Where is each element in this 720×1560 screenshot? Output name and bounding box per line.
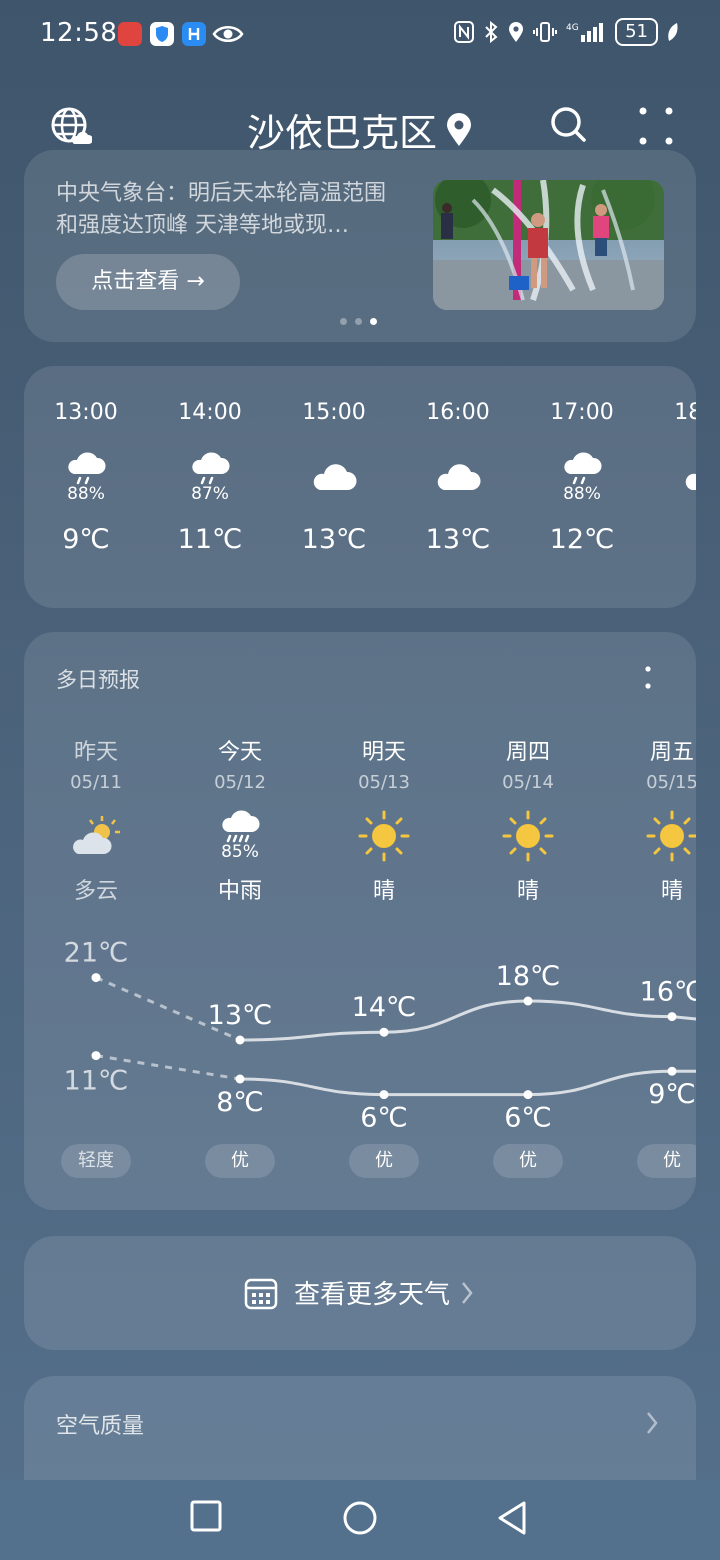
rain-cloud-icon [564,452,602,485]
hourly-forecast-card[interactable]: 13:00 88% 9℃ 14:00 87% 11℃ 15:00 13℃ 16:… [24,366,696,608]
high-temp-point [523,996,533,1006]
svg-text:4G: 4G [566,23,579,33]
low-temp-point [91,1051,101,1061]
hour-temp: 13℃ [425,524,491,555]
high-temp-curve [239,999,696,1042]
app-notification-icon-2 [182,22,206,46]
precip-percent: 88% [563,484,601,504]
high-temp-label: 18℃ [496,961,561,992]
search-icon[interactable] [550,106,588,144]
low-temp-label: 9℃ [648,1079,696,1110]
carousel-indicator [340,318,377,325]
rain-cloud-icon [68,452,106,485]
high-temp-point [91,973,101,983]
location-name: 沙依巴克区 [246,111,437,155]
carousel-dot [355,318,362,325]
low-temp-label: 11℃ [64,1066,129,1097]
location-title[interactable]: 沙依巴克区 [0,102,720,157]
cloud-icon [685,473,696,490]
bluetooth-icon [485,20,498,44]
hour-item: 14:00 87% 11℃ [148,400,272,555]
hour-item: 16:00 13℃ [396,400,520,555]
news-card[interactable]: 中央气象台：明后天本轮高温范围和强度达顶峰 天津等地或现… 点击查看 → [24,150,696,342]
status-indicators: 4G 51 [453,18,680,46]
location-status-icon [509,22,524,42]
low-temp-label: 8℃ [216,1087,264,1118]
low-temp-curve [239,1069,696,1097]
back-button[interactable] [496,1500,528,1536]
nfc-icon [454,21,475,43]
location-pin-icon [447,112,471,146]
news-image[interactable] [433,180,664,310]
more-weather-label: 查看更多天气 [293,1280,450,1310]
calendar-icon [244,1278,277,1309]
low-temp-label: 6℃ [504,1103,552,1134]
hour-temp: 13℃ [301,524,367,555]
hour-time: 13:00 [54,400,118,425]
status-time: 12:58 [40,18,118,48]
aqi-badge: 优 [637,1144,696,1178]
precip-percent: 88% [67,484,105,504]
aqi-badge: 轻度 [61,1144,131,1178]
home-button[interactable] [342,1500,378,1536]
hour-time: 16:00 [426,400,490,425]
hour-time: 14:00 [178,400,242,425]
high-temp-point [379,1027,389,1037]
shield-app-icon [150,22,174,46]
temperature-chart: 21℃ 11℃ 13℃ 8℃ 14℃ 6℃ 18℃ 6℃ 16℃ 9℃ [64,938,696,1134]
hour-temp: 12℃ [549,524,615,555]
leaf-icon [668,23,678,41]
recent-apps-button[interactable] [190,1500,222,1532]
high-temp-label: 16℃ [640,977,696,1008]
more-options-icon[interactable] [638,106,674,146]
app-notification-icon [118,22,142,46]
carousel-dot [340,318,347,325]
hour-item: 17:00 88% 12℃ [520,400,644,555]
low-temp-point [235,1074,245,1084]
rain-cloud-icon [192,452,230,485]
status-bar: 12:58 4G 51 [0,0,720,72]
hour-temp: 1 [644,524,696,555]
aqi-badge: 优 [349,1144,419,1178]
signal-icon: 4G [566,23,604,42]
low-temp-point [379,1090,389,1100]
hour-time: 17:00 [550,400,614,425]
hour-item: 15:00 13℃ [272,400,396,555]
high-temp-point [235,1035,245,1045]
view-news-button[interactable]: 点击查看 → [56,254,240,310]
vibrate-icon [533,22,558,42]
low-temp-point [667,1066,677,1076]
cloud-icon [437,464,481,490]
air-quality-title: 空气质量 [56,1414,145,1439]
hour-time: 15:00 [302,400,366,425]
cloud-icon [313,464,357,490]
precip-percent: 87% [191,484,229,504]
hour-time: 18:00 [674,400,696,425]
high-temp-label: 13℃ [208,1000,273,1031]
navigation-bar [0,1480,720,1560]
aqi-badge: 优 [493,1144,563,1178]
more-weather-card[interactable]: 查看更多天气 [24,1236,696,1350]
daily-forecast-card[interactable]: 多日预报 昨天 05/11 多云 今天 05/12 85% 中雨 明天 05/1… [24,632,696,1210]
news-headline: 中央气象台：明后天本轮高温范围和强度达顶峰 天津等地或现… [56,181,387,238]
carousel-dot-active [370,318,377,325]
hour-item: 13:00 88% 9℃ [24,400,148,555]
high-temp-label: 14℃ [352,992,417,1023]
hour-temp: 11℃ [177,524,243,555]
high-temp-label: 21℃ [64,938,129,969]
eye-icon [212,22,244,50]
low-temp-label: 6℃ [360,1103,408,1134]
hour-item: 18:00 1 [644,400,696,555]
aqi-badge: 优 [205,1144,275,1178]
hour-temp: 9℃ [62,524,110,555]
chevron-right-icon [462,1281,473,1304]
high-temp-point [667,1012,677,1022]
chevron-right-icon [647,1412,658,1434]
battery-indicator: 51 [615,18,658,46]
low-temp-point [523,1090,533,1100]
